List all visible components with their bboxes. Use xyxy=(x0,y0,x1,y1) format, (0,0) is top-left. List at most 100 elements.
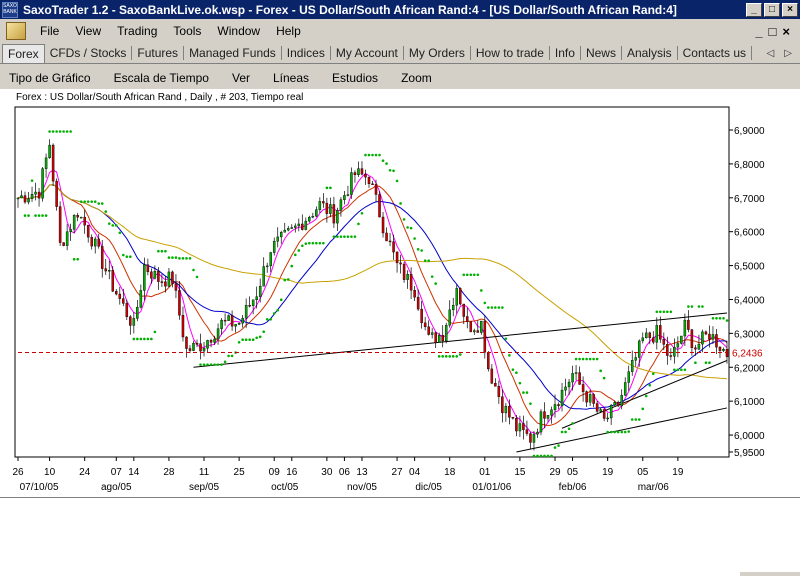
x-day-label: 18 xyxy=(444,467,456,478)
menu-tools[interactable]: Tools xyxy=(165,24,209,38)
sar-dot xyxy=(353,235,357,238)
sar-dot xyxy=(581,357,585,361)
mdi-close-button[interactable]: × xyxy=(782,24,790,39)
candle-body xyxy=(451,304,455,311)
candle-body xyxy=(634,357,637,361)
sar-dot xyxy=(367,153,371,157)
menu-help[interactable]: Help xyxy=(268,24,309,38)
tab-how-to-trade[interactable]: How to trade xyxy=(471,46,550,60)
tab-cfds-stocks[interactable]: CFDs / Stocks xyxy=(45,46,133,60)
sar-dot xyxy=(223,360,227,364)
candle-body xyxy=(339,199,343,211)
tab-scroll-left-icon[interactable]: ◁ xyxy=(767,48,775,59)
tab-my-account[interactable]: My Account xyxy=(331,46,404,60)
sar-dot xyxy=(153,330,157,334)
window-title: SaxoTrader 1.2 - SaxoBankLive.ok.wsp - F… xyxy=(23,2,677,17)
menu-trading[interactable]: Trading xyxy=(109,24,165,38)
sar-dot xyxy=(659,310,662,314)
candle-body xyxy=(539,411,543,433)
sar-dot xyxy=(680,368,683,372)
x-day-label: 05 xyxy=(567,467,579,478)
mdi-minimize-button[interactable]: _ xyxy=(755,24,762,39)
candle-body xyxy=(248,305,251,307)
sar-dot xyxy=(395,179,399,183)
sar-dot xyxy=(195,275,199,279)
x-month-label: oct/05 xyxy=(271,482,299,493)
candle-body xyxy=(480,320,483,333)
close-button[interactable]: × xyxy=(782,2,798,17)
sar-dot xyxy=(606,430,609,434)
tab-forex[interactable]: Forex xyxy=(2,43,45,63)
sar-dot xyxy=(164,249,167,253)
sar-dot xyxy=(325,186,329,190)
candle-body xyxy=(427,326,430,335)
sar-dot xyxy=(286,278,290,281)
candle-body xyxy=(199,343,202,352)
sar-dot xyxy=(216,363,220,366)
tab-scroll-right-icon[interactable]: ▷ xyxy=(784,48,792,59)
price-chart[interactable]: 6,2436 6,9000 6,8000 6,7000 6,6000 6,5000 6,4… xyxy=(0,89,800,497)
menu-file[interactable]: File xyxy=(32,24,67,38)
sar-dot xyxy=(676,368,680,372)
candle-body xyxy=(83,216,86,226)
sar-dot xyxy=(265,317,269,321)
tab-my-orders[interactable]: My Orders xyxy=(404,46,471,60)
candle-body xyxy=(715,334,718,348)
candle-body xyxy=(132,318,136,326)
sar-dot xyxy=(616,430,620,434)
tab-futures[interactable]: Futures xyxy=(132,46,185,60)
tab-news[interactable]: News xyxy=(581,46,622,60)
sar-dot xyxy=(687,305,690,308)
workspace-icon[interactable] xyxy=(6,22,26,40)
chart-type-menu[interactable]: Tipo de Gráfico xyxy=(0,71,91,85)
sar-dot xyxy=(107,222,111,225)
tab-info[interactable]: Info xyxy=(550,46,581,60)
sar-dot xyxy=(65,130,69,133)
sar-dot xyxy=(413,237,416,240)
candle-body xyxy=(227,315,230,321)
candle-body xyxy=(100,246,104,269)
time-scale-menu[interactable]: Escala de Tiempo xyxy=(105,71,209,85)
studies-menu[interactable]: Estudios xyxy=(323,71,378,85)
menu-window[interactable]: Window xyxy=(209,24,268,38)
lines-menu[interactable]: Líneas xyxy=(264,71,309,85)
sar-dot xyxy=(627,430,631,433)
tab-contacts-us[interactable]: Contacts us xyxy=(678,46,753,60)
candle-body xyxy=(378,194,381,218)
x-day-label: 15 xyxy=(514,467,526,478)
candle-body xyxy=(153,270,157,279)
sar-dot xyxy=(374,153,378,157)
candle-body xyxy=(543,411,546,419)
tab-indices[interactable]: Indices xyxy=(282,46,331,60)
sar-dot xyxy=(230,354,234,358)
candle-body xyxy=(581,384,585,392)
sar-dot xyxy=(174,256,178,259)
menu-bar: File View Trading Tools Window Help _ □ … xyxy=(0,19,800,43)
candle-body xyxy=(676,343,680,348)
mdi-restore-button[interactable]: □ xyxy=(769,24,777,39)
view-menu[interactable]: Ver xyxy=(223,71,250,85)
sar-dot xyxy=(546,454,550,458)
y-tick-label: 6,9000 xyxy=(734,126,765,137)
x-day-label: 07 xyxy=(111,467,123,478)
candle-body xyxy=(697,343,701,350)
sar-dot xyxy=(297,249,301,252)
x-month-label: dic/05 xyxy=(415,482,442,493)
candle-body xyxy=(58,206,62,243)
x-day-label: 19 xyxy=(672,467,684,478)
candle-body xyxy=(220,319,223,329)
tab-analysis[interactable]: Analysis xyxy=(622,46,678,60)
sar-dot xyxy=(30,179,34,182)
sar-dot xyxy=(83,200,86,203)
tab-managed-funds[interactable]: Managed Funds xyxy=(184,46,282,60)
sar-dot xyxy=(202,363,206,366)
sar-dot xyxy=(293,253,297,257)
sar-dot xyxy=(27,214,30,217)
menu-view[interactable]: View xyxy=(67,24,109,38)
zoom-menu[interactable]: Zoom xyxy=(392,71,432,85)
candle-body xyxy=(666,344,669,356)
x-month-label: nov/05 xyxy=(347,482,377,493)
maximize-button[interactable]: □ xyxy=(764,2,780,17)
candle-body xyxy=(51,144,55,182)
minimize-button[interactable]: _ xyxy=(746,2,762,17)
